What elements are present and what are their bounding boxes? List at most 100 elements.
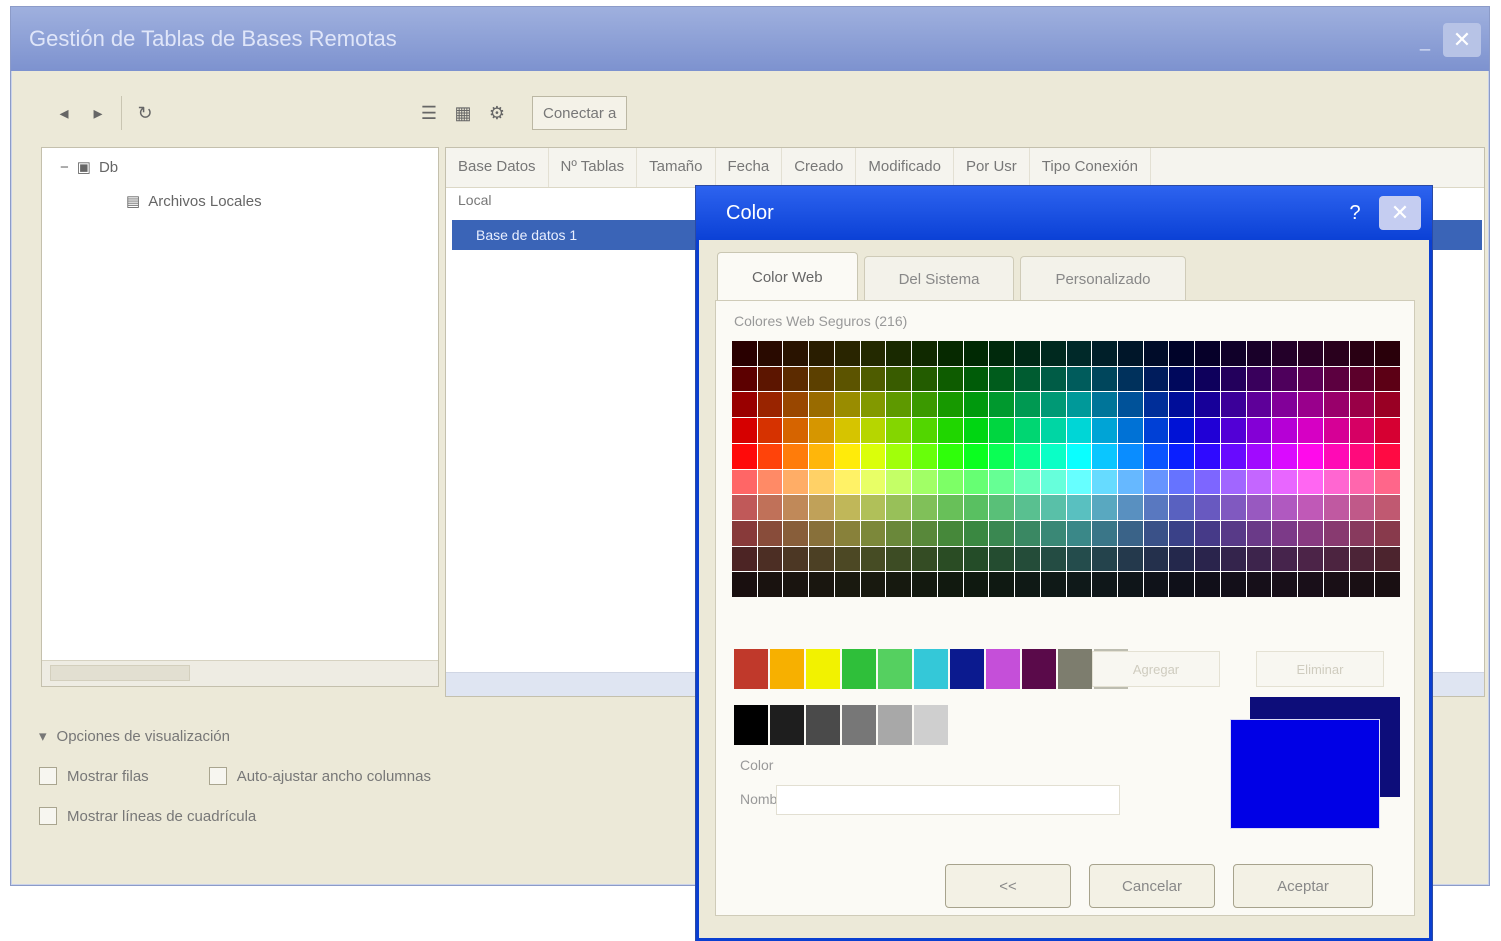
palette-swatch[interactable] bbox=[1015, 392, 1040, 418]
palette-swatch[interactable] bbox=[1143, 341, 1169, 366]
palette-swatch[interactable] bbox=[1349, 341, 1375, 366]
palette-swatch[interactable] bbox=[1092, 341, 1117, 366]
palette-swatch[interactable] bbox=[1195, 418, 1220, 443]
palette-swatch[interactable] bbox=[834, 572, 860, 597]
palette-swatch[interactable] bbox=[757, 572, 783, 597]
palette-swatch[interactable] bbox=[1015, 572, 1040, 597]
palette-swatch[interactable] bbox=[1066, 520, 1092, 546]
palette-swatch[interactable] bbox=[860, 495, 886, 520]
palette-swatch[interactable] bbox=[1375, 469, 1400, 495]
palette-swatch[interactable] bbox=[1323, 469, 1349, 495]
palette-swatch[interactable] bbox=[1040, 495, 1066, 520]
palette-swatch[interactable] bbox=[860, 392, 886, 418]
palette-swatch[interactable] bbox=[783, 392, 809, 418]
palette-swatch[interactable] bbox=[1272, 341, 1298, 366]
palette-swatch[interactable] bbox=[732, 341, 757, 366]
palette-swatch[interactable] bbox=[886, 418, 912, 443]
palette-swatch[interactable] bbox=[1323, 366, 1349, 392]
palette-swatch[interactable] bbox=[860, 366, 886, 392]
column-header[interactable]: Tamaño bbox=[637, 148, 716, 187]
palette-swatch[interactable] bbox=[809, 520, 834, 546]
help-icon[interactable]: ? bbox=[1343, 198, 1367, 228]
palette-swatch[interactable] bbox=[1220, 572, 1246, 597]
palette-swatch[interactable] bbox=[989, 341, 1015, 366]
palette-swatch[interactable] bbox=[937, 443, 963, 469]
dialog-close-icon[interactable]: ✕ bbox=[1379, 196, 1421, 230]
palette-swatch[interactable] bbox=[860, 546, 886, 572]
gray-color-swatch[interactable] bbox=[770, 705, 804, 745]
column-header[interactable]: Creado bbox=[782, 148, 857, 187]
palette-swatch[interactable] bbox=[1015, 546, 1040, 572]
palette-swatch[interactable] bbox=[937, 546, 963, 572]
palette-swatch[interactable] bbox=[963, 469, 989, 495]
gray-color-swatch[interactable] bbox=[734, 705, 768, 745]
palette-swatch[interactable] bbox=[912, 520, 937, 546]
palette-swatch[interactable] bbox=[1117, 418, 1143, 443]
palette-swatch[interactable] bbox=[1066, 546, 1092, 572]
palette-swatch[interactable] bbox=[1246, 341, 1272, 366]
palette-swatch[interactable] bbox=[912, 469, 937, 495]
palette-swatch[interactable] bbox=[1298, 546, 1323, 572]
palette-swatch[interactable] bbox=[757, 520, 783, 546]
palette-swatch[interactable] bbox=[1375, 495, 1400, 520]
palette-swatch[interactable] bbox=[757, 546, 783, 572]
palette-swatch[interactable] bbox=[1092, 572, 1117, 597]
palette-swatch[interactable] bbox=[1220, 546, 1246, 572]
palette-swatch[interactable] bbox=[834, 520, 860, 546]
palette-swatch[interactable] bbox=[1323, 520, 1349, 546]
collapse-icon[interactable]: ▾ bbox=[39, 727, 47, 745]
palette-swatch[interactable] bbox=[886, 443, 912, 469]
palette-swatch[interactable] bbox=[1066, 366, 1092, 392]
palette-swatch[interactable] bbox=[1375, 520, 1400, 546]
palette-swatch[interactable] bbox=[1195, 392, 1220, 418]
palette-swatch[interactable] bbox=[1117, 546, 1143, 572]
palette-swatch[interactable] bbox=[860, 341, 886, 366]
palette-swatch[interactable] bbox=[1298, 443, 1323, 469]
palette-swatch[interactable] bbox=[732, 418, 757, 443]
palette-swatch[interactable] bbox=[912, 443, 937, 469]
details-view-icon[interactable]: ▦ bbox=[446, 96, 480, 130]
palette-swatch[interactable] bbox=[1323, 546, 1349, 572]
palette-swatch[interactable] bbox=[1220, 392, 1246, 418]
properties-icon[interactable]: ⚙ bbox=[480, 96, 514, 130]
palette-swatch[interactable] bbox=[1066, 392, 1092, 418]
palette-swatch[interactable] bbox=[912, 418, 937, 443]
palette-swatch[interactable] bbox=[1066, 469, 1092, 495]
palette-swatch[interactable] bbox=[886, 392, 912, 418]
palette-swatch[interactable] bbox=[963, 392, 989, 418]
palette-swatch[interactable] bbox=[912, 572, 937, 597]
palette-swatch[interactable] bbox=[834, 495, 860, 520]
palette-swatch[interactable] bbox=[1246, 418, 1272, 443]
palette-swatch[interactable] bbox=[963, 495, 989, 520]
palette-swatch[interactable] bbox=[1349, 572, 1375, 597]
autofit-option[interactable]: Auto-ajustar ancho columnas bbox=[208, 767, 431, 785]
column-header[interactable]: Modificado bbox=[856, 148, 954, 187]
palette-swatch[interactable] bbox=[1169, 572, 1195, 597]
palette-swatch[interactable] bbox=[1015, 418, 1040, 443]
palette-swatch[interactable] bbox=[1272, 443, 1298, 469]
palette-swatch[interactable] bbox=[757, 392, 783, 418]
palette-swatch[interactable] bbox=[1272, 520, 1298, 546]
palette-swatch[interactable] bbox=[937, 392, 963, 418]
palette-swatch[interactable] bbox=[1220, 418, 1246, 443]
palette-swatch[interactable] bbox=[912, 366, 937, 392]
palette-swatch[interactable] bbox=[1349, 495, 1375, 520]
palette-swatch[interactable] bbox=[757, 366, 783, 392]
palette-swatch[interactable] bbox=[860, 469, 886, 495]
palette-swatch[interactable] bbox=[1092, 418, 1117, 443]
palette-swatch[interactable] bbox=[732, 443, 757, 469]
palette-swatch[interactable] bbox=[732, 495, 757, 520]
gray-color-swatch[interactable] bbox=[878, 705, 912, 745]
palette-swatch[interactable] bbox=[1349, 443, 1375, 469]
basic-color-swatch[interactable] bbox=[878, 649, 912, 689]
palette-swatch[interactable] bbox=[1246, 572, 1272, 597]
palette-swatch[interactable] bbox=[1040, 418, 1066, 443]
tree-root-item[interactable]: − ▣ Db bbox=[60, 158, 118, 177]
palette-swatch[interactable] bbox=[783, 366, 809, 392]
gray-color-swatch[interactable] bbox=[914, 705, 948, 745]
palette-swatch[interactable] bbox=[732, 546, 757, 572]
palette-swatch[interactable] bbox=[886, 520, 912, 546]
palette-swatch[interactable] bbox=[1246, 520, 1272, 546]
palette-swatch[interactable] bbox=[1323, 392, 1349, 418]
palette-swatch[interactable] bbox=[860, 520, 886, 546]
